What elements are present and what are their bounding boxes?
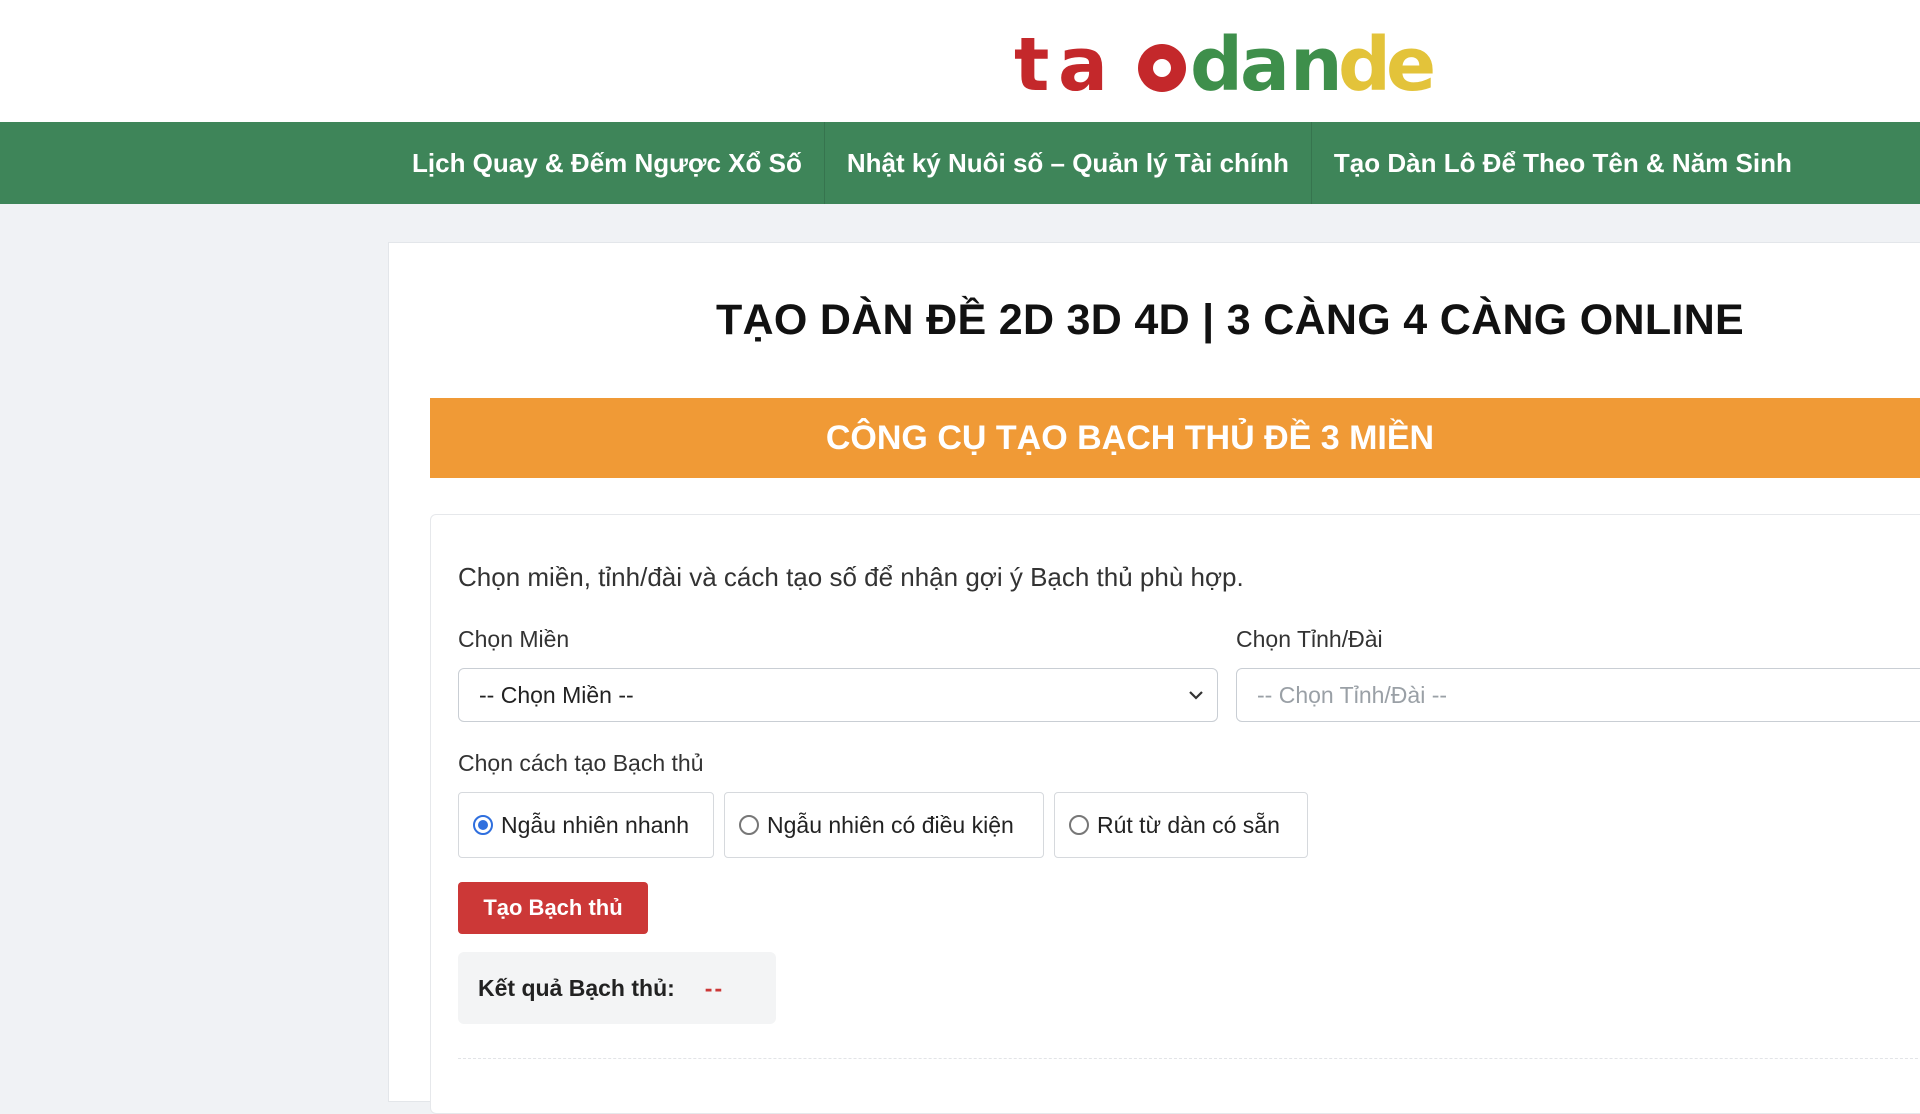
- svg-text:d: d: [1338, 22, 1391, 100]
- svg-text:d: d: [1190, 22, 1243, 100]
- region-label: Chọn Miền: [458, 626, 570, 652]
- radio-from-existing-label: Rút từ dàn có sẵn: [1097, 811, 1280, 838]
- radio-unchecked-icon[interactable]: [1069, 815, 1089, 835]
- radio-from-existing[interactable]: Rút từ dàn có sẵn: [1054, 792, 1308, 858]
- svg-text:e: e: [1386, 22, 1434, 100]
- method-label: Chọn cách tạo Bạch thủ: [458, 750, 704, 776]
- region-select[interactable]: -- Chọn Miền --: [458, 668, 1218, 722]
- svg-text:a: a: [1240, 22, 1290, 100]
- nav-item-name-birthyear-tool[interactable]: Tạo Dàn Lô Để Theo Tên & Năm Sinh: [1312, 122, 1814, 204]
- radio-random-conditional[interactable]: Ngẫu nhiên có điều kiện: [724, 792, 1044, 858]
- radio-random-quick[interactable]: Ngẫu nhiên nhanh: [458, 792, 714, 858]
- region-select-value: -- Chọn Miền --: [479, 681, 634, 708]
- radio-random-conditional-label: Ngẫu nhiên có điều kiện: [767, 811, 1014, 838]
- form-intro-text: Chọn miền, tỉnh/đài và cách tạo số để nh…: [458, 562, 1244, 592]
- result-label: Kết quả Bạch thủ:: [478, 974, 675, 1001]
- nav-item-lottery-schedule[interactable]: Lịch Quay & Đếm Ngược Xổ Số: [390, 122, 825, 204]
- taodande-logo: t a d a n d e: [1014, 22, 1434, 100]
- page-title: TẠO DÀN ĐỀ 2D 3D 4D | 3 CÀNG 4 CÀNG ONLI…: [715, 296, 1745, 344]
- main-nav: Lịch Quay & Đếm Ngược Xổ Số Nhật ký Nuôi…: [0, 122, 1920, 204]
- svg-text:t: t: [1014, 22, 1049, 100]
- province-select[interactable]: -- Chọn Tỉnh/Đài --: [1236, 668, 1920, 722]
- radio-unchecked-icon[interactable]: [739, 815, 759, 835]
- tool-banner: CÔNG CỤ TẠO BẠCH THỦ ĐỀ 3 MIỀN: [430, 398, 1920, 478]
- nav-item-number-diary[interactable]: Nhật ký Nuôi số – Quản lý Tài chính: [825, 122, 1312, 204]
- chevron-down-icon: [1189, 691, 1203, 700]
- radio-random-quick-label: Ngẫu nhiên nhanh: [501, 811, 689, 838]
- province-select-value: -- Chọn Tỉnh/Đài --: [1257, 681, 1448, 708]
- tool-banner-title: CÔNG CỤ TẠO BẠCH THỦ ĐỀ 3 MIỀN: [825, 418, 1435, 457]
- radio-checked-icon[interactable]: [473, 815, 493, 835]
- svg-text:a: a: [1058, 22, 1108, 100]
- result-value: --: [704, 974, 725, 1001]
- divider: [458, 1058, 1920, 1059]
- site-header: t a d a n d e: [0, 0, 1920, 122]
- site-logo[interactable]: t a d a n d e: [1014, 20, 1434, 100]
- create-bach-thu-button[interactable]: Tạo Bạch thủ: [458, 882, 648, 934]
- result-box: Kết quả Bạch thủ: --: [458, 952, 776, 1024]
- method-radio-group: Ngẫu nhiên nhanh Ngẫu nhiên có điều kiện…: [458, 792, 1308, 858]
- svg-text:n: n: [1290, 22, 1343, 100]
- province-label: Chọn Tỉnh/Đài: [1236, 626, 1383, 652]
